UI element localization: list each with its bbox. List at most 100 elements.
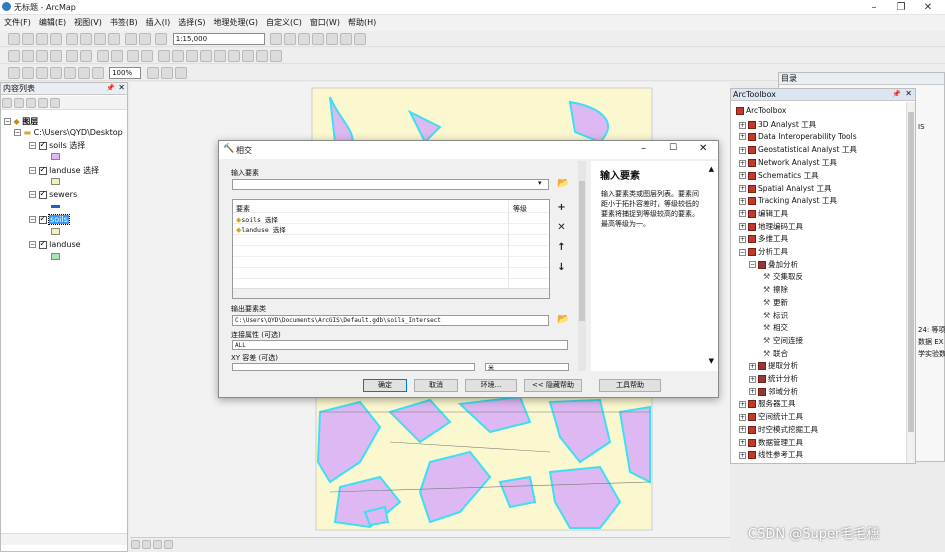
toc-layer-row[interactable]: − landuse — [29, 239, 81, 249]
expand-icon[interactable]: + — [739, 210, 746, 218]
measure-icon[interactable] — [213, 50, 226, 62]
xy-tolerance-input[interactable] — [232, 363, 475, 371]
collapse-icon[interactable]: − — [29, 167, 36, 174]
zoom-in-icon[interactable] — [7, 50, 20, 62]
toolbox-item[interactable]: + 地理编码工具 — [739, 221, 803, 232]
expand-icon[interactable]: + — [739, 197, 746, 205]
layer-visibility-checkbox[interactable] — [38, 239, 47, 249]
data-view-icon[interactable] — [131, 540, 140, 549]
expand-icon[interactable]: + — [749, 375, 756, 383]
toc-close-icon[interactable]: ✕ — [118, 83, 125, 92]
toc-options-icon[interactable] — [50, 98, 60, 108]
toolbox-item[interactable]: + Schematics 工具 — [739, 170, 819, 181]
editor-icon[interactable] — [270, 33, 283, 45]
print-icon[interactable] — [49, 33, 62, 45]
browse-folder-icon[interactable]: 📂 — [557, 178, 569, 189]
add-data-icon[interactable] — [155, 33, 168, 45]
open-icon[interactable] — [21, 33, 34, 45]
layout-back-icon[interactable] — [77, 67, 90, 79]
expand-icon[interactable]: + — [739, 159, 746, 167]
expand-icon[interactable]: + — [739, 133, 746, 141]
join-attributes-combo[interactable]: ALL — [232, 340, 568, 350]
toolbox-item[interactable]: + Spatial Analyst 工具 — [739, 183, 831, 194]
tool-item[interactable]: ⚒ 交集取反 — [761, 271, 803, 282]
html-popup-icon[interactable] — [199, 50, 212, 62]
toolset-item[interactable]: + 提取分析 — [749, 360, 798, 371]
layout-zoom-in-icon[interactable] — [7, 67, 20, 79]
collapse-icon[interactable]: − — [749, 261, 756, 269]
move-up-button[interactable]: ↑ — [555, 241, 568, 254]
menu-item[interactable]: 文件(F) — [0, 15, 35, 30]
toolset-item[interactable]: + 统计分析 — [749, 373, 798, 384]
minimize-icon[interactable]: – — [860, 0, 888, 15]
refresh-icon[interactable] — [153, 540, 162, 549]
arctoolbox-icon[interactable] — [326, 33, 339, 45]
dialog-title-bar[interactable]: 🔨 相交 – ☐ ✕ — [219, 141, 718, 159]
move-down-button[interactable]: ↓ — [555, 261, 568, 274]
table-icon[interactable] — [284, 33, 297, 45]
tool-item[interactable]: ⚒ 擦除 — [761, 284, 788, 295]
layout-view-icon[interactable] — [142, 540, 151, 549]
scale-combo[interactable]: 1:15,000 — [172, 33, 265, 45]
toolbox-item[interactable]: +3D Analyst 工具 — [739, 119, 816, 130]
tool-item[interactable]: ⚒ 更新 — [761, 297, 788, 308]
menu-item[interactable]: 插入(I) — [142, 15, 175, 30]
layout-100-icon[interactable] — [63, 67, 76, 79]
zoom-combo[interactable]: 100% — [109, 67, 142, 79]
layout-whole-page-icon[interactable] — [49, 67, 62, 79]
arctoolbox-pin-icon[interactable]: 📌 — [892, 90, 901, 98]
hide-help-button[interactable]: << 隐藏帮助 — [524, 379, 582, 392]
folder-row[interactable]: − ▬ C:\Users\QYD\Desktop — [14, 128, 123, 137]
menu-item[interactable]: 编辑(E) — [35, 15, 70, 30]
expand-icon[interactable]: + — [739, 451, 746, 459]
expand-icon[interactable]: + — [739, 223, 746, 231]
zoom-out-icon[interactable] — [21, 50, 34, 62]
expand-icon[interactable]: + — [749, 388, 756, 396]
arctoolbox-scrollbar[interactable] — [906, 102, 915, 463]
collapse-icon[interactable]: − — [29, 216, 36, 223]
expand-icon[interactable]: + — [739, 185, 746, 192]
expand-icon[interactable]: + — [749, 362, 756, 370]
full-extent-icon[interactable] — [49, 50, 62, 62]
search-icon[interactable] — [312, 33, 325, 45]
toc-layer-row[interactable]: − soils 选择 — [29, 140, 85, 151]
list-by-selection-icon[interactable] — [38, 98, 48, 108]
expand-icon[interactable]: + — [739, 413, 746, 421]
tool-item[interactable]: ⚒ 空间连接 — [761, 335, 803, 346]
layer-visibility-checkbox[interactable] — [38, 165, 47, 175]
menu-item[interactable]: 帮助(H) — [344, 15, 380, 30]
layer-visibility-checkbox[interactable] — [38, 189, 47, 199]
back-icon[interactable] — [96, 50, 109, 62]
focus-frame-icon[interactable] — [160, 67, 173, 79]
expand-icon[interactable]: + — [739, 121, 746, 129]
clear-selection-icon[interactable] — [141, 50, 154, 62]
route-icon[interactable] — [241, 50, 254, 62]
output-field[interactable]: C:\Users\QYD\Documents\ArcGIS\Default.gd… — [232, 315, 549, 326]
redo-icon[interactable] — [138, 33, 151, 45]
toc-layer-row[interactable]: − sewers — [29, 189, 77, 199]
select-elements-icon[interactable] — [157, 50, 170, 62]
toolbox-item[interactable]: + Tracking Analyst 工具 — [739, 195, 837, 206]
help-scroll-up-icon[interactable]: ▲ — [709, 165, 714, 173]
toc-scrollbar[interactable] — [1, 533, 127, 545]
menu-item[interactable]: 自定义(C) — [262, 15, 306, 30]
layer-visibility-checkbox[interactable] — [38, 214, 47, 224]
dialog-close-icon[interactable]: ✕ — [699, 143, 707, 154]
hyperlink-icon[interactable] — [185, 50, 198, 62]
layers-group[interactable]: − ◆ 图层 — [4, 116, 38, 127]
python-icon[interactable] — [340, 33, 353, 45]
toolbox-item[interactable]: + 服务器工具 — [739, 398, 796, 409]
menu-item[interactable]: 窗口(W) — [306, 15, 344, 30]
change-layout-icon[interactable] — [174, 67, 187, 79]
expand-icon[interactable]: + — [739, 172, 746, 180]
pan-icon[interactable] — [35, 50, 48, 62]
input-dropdown-icon[interactable]: ▾ — [538, 179, 542, 187]
list-by-visibility-icon[interactable] — [26, 98, 36, 108]
identify-icon[interactable] — [171, 50, 184, 62]
toolbox-item[interactable]: + Geostatistical Analyst 工具 — [739, 144, 857, 155]
help-scroll-down-icon[interactable]: ▼ — [709, 357, 714, 365]
toc-layer-row[interactable]: − soils — [29, 214, 70, 225]
toolbox-item[interactable]: + 数据管理工具 — [739, 437, 803, 448]
new-icon[interactable] — [7, 33, 20, 45]
table-scrollbar[interactable] — [233, 288, 549, 298]
